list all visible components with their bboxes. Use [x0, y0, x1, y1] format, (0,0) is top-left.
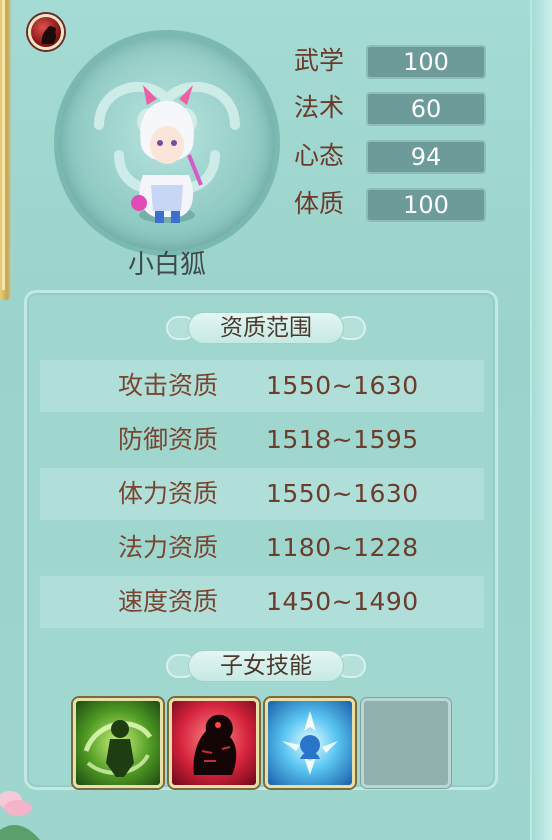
stat-row-tizhi: 体质 100 [294, 186, 488, 222]
gold-frame-edge [0, 0, 12, 300]
lotus-decoration-icon [0, 791, 40, 840]
aptitude-label: 法力资质 [118, 533, 219, 562]
aptitude-row-defense: 防御资质 1518~1595 [40, 414, 484, 466]
white-fox-girl-figure [131, 85, 203, 223]
aptitude-row-attack: 攻击资质 1550~1630 [40, 360, 484, 412]
aptitude-label: 体力资质 [118, 479, 219, 508]
aptitude-value: 1450~1490 [266, 587, 419, 616]
aptitude-label: 攻击资质 [118, 371, 219, 400]
pet-name: 小白狐 [127, 250, 206, 280]
green-wind-skill-icon[interactable] [73, 698, 163, 788]
empty-skill-slot[interactable] [361, 698, 451, 788]
stat-value: 60 [366, 92, 486, 126]
aptitude-row-speed: 速度资质 1450~1490 [40, 576, 484, 628]
stat-label: 武学 [294, 46, 345, 75]
blue-ice-skill-icon[interactable] [265, 698, 355, 788]
right-frame-edge [530, 0, 552, 840]
stat-row-fashu: 法术 60 [294, 90, 488, 126]
aptitude-value: 1180~1228 [266, 533, 419, 562]
aptitude-title-text: 资质范围 [220, 315, 312, 341]
skills-section-title: 子女技能 [166, 646, 366, 686]
stat-value: 94 [366, 140, 486, 174]
stat-row-xintai: 心态 94 [294, 138, 488, 174]
stat-row-wuxue: 武学 100 [294, 43, 488, 79]
stat-value: 100 [366, 45, 486, 79]
aptitude-row-stamina: 体力资质 1550~1630 [40, 468, 484, 520]
stat-label: 法术 [294, 93, 345, 122]
skills-title-text: 子女技能 [220, 653, 312, 679]
stat-label: 心态 [294, 141, 345, 170]
cloud-swirl-icon [94, 81, 240, 223]
aptitude-value: 1518~1595 [266, 425, 419, 454]
pet-info-panel: 小白狐 武学 100 法术 60 心态 94 体质 100 资质范围 攻击资质 … [0, 0, 552, 840]
pet-portrait[interactable] [54, 30, 280, 256]
aptitude-label: 速度资质 [118, 587, 219, 616]
stat-value: 100 [366, 188, 486, 222]
aptitude-section-title: 资质范围 [166, 308, 366, 348]
red-beast-skill-icon[interactable] [169, 698, 259, 788]
stat-label: 体质 [294, 189, 345, 218]
aptitude-label: 防御资质 [118, 425, 219, 454]
aptitude-value: 1550~1630 [266, 479, 419, 508]
aptitude-value: 1550~1630 [266, 371, 419, 400]
aptitude-row-mana: 法力资质 1180~1228 [40, 522, 484, 574]
